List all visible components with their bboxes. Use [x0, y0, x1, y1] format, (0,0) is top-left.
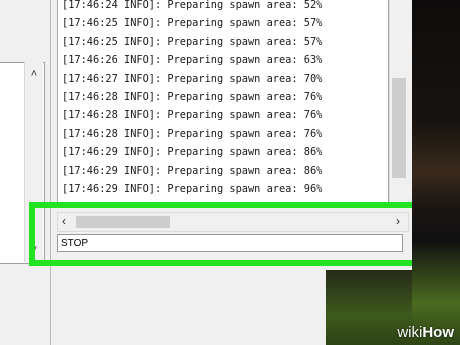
background-game-view	[412, 0, 460, 345]
console-vertical-scrollbar[interactable]	[389, 0, 408, 202]
left-panel: ˄ ˅	[0, 0, 50, 345]
console-horizontal-scrollbar[interactable]: ‹ ›	[57, 212, 409, 232]
console-lines: [17:46:24 INFO]: Preparing spawn area: 5…	[62, 0, 378, 203]
chevron-down-icon[interactable]: ˅	[25, 244, 43, 256]
console-line: [17:46:29 INFO]: Preparing spawn area: 8…	[62, 164, 323, 177]
console-line: [17:46:25 INFO]: Preparing spawn area: 5…	[62, 17, 323, 30]
console-log: [17:46:24 INFO]: Preparing spawn area: 5…	[57, 0, 389, 204]
logo-prefix: wiki	[397, 324, 423, 341]
left-scrollbar[interactable]: ˄ ˅	[24, 62, 43, 262]
console-line: [17:46:29 INFO]: Preparing spawn area: 9…	[62, 183, 323, 196]
console-line: [17:46:26 INFO]: Preparing spawn area: 6…	[62, 54, 323, 67]
console-line: [17:46:28 INFO]: Preparing spawn area: 7…	[62, 91, 323, 104]
console-line: [17:46:28 INFO]: Preparing spawn area: 7…	[62, 109, 323, 122]
wikihow-logo: wikiHow	[397, 324, 454, 341]
chevron-left-icon[interactable]: ‹	[62, 214, 66, 228]
console-line: [17:46:24 INFO]: Preparing spawn area: 5…	[62, 0, 323, 11]
chevron-right-icon[interactable]: ›	[396, 214, 400, 228]
console-line: [17:46:25 INFO]: Preparing spawn area: 5…	[62, 35, 323, 48]
logo-suffix: How	[422, 324, 454, 341]
console-line: [17:46:27 INFO]: Preparing spawn area: 7…	[62, 72, 323, 85]
horizontal-scroll-thumb[interactable]	[76, 216, 170, 228]
console-line: [17:46:29 INFO]: Preparing spawn area: 8…	[62, 146, 323, 159]
chevron-up-icon[interactable]: ˄	[25, 68, 43, 80]
console-line: [17:46:28 INFO]: Preparing spawn area: 7…	[62, 127, 323, 140]
command-input[interactable]: STOP	[57, 234, 403, 252]
vertical-scroll-thumb[interactable]	[392, 78, 406, 178]
console-line: [17:46:30 INFO]: Time elapsed: 17317 ms	[62, 198, 378, 203]
